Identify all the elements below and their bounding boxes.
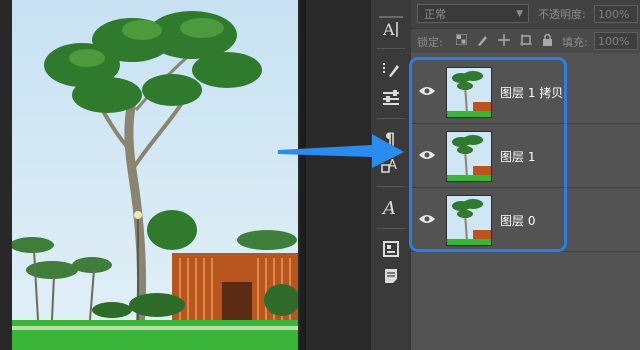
layers-highlight-box [409,57,567,252]
fill-label: 填充: [562,36,588,49]
notes-icon[interactable] [377,263,405,289]
tool-divider [377,228,405,229]
lock-position-icon[interactable] [497,34,510,47]
tool-divider [377,118,405,119]
lock-transparent-pixels-icon[interactable] [455,33,468,47]
tree-photo [12,0,298,350]
pointer-arrow-icon [278,134,404,168]
blend-mode-value: 正常 [424,8,446,21]
opacity-field[interactable]: 100% [594,5,638,23]
blend-mode-select[interactable]: 正常 ▼ [417,4,529,23]
chevron-down-icon: ▼ [516,9,523,19]
lock-all-icon[interactable] [541,33,554,47]
lock-label: 锁定: [417,36,443,49]
tool-divider [377,48,405,49]
brush-settings-icon[interactable] [377,57,405,83]
glyph-icon[interactable]: A [377,194,405,220]
tool-divider [377,186,405,187]
opacity-label: 不透明度: [538,8,586,21]
type-tool-icon[interactable]: A [377,16,405,42]
fill-field[interactable]: 100% [594,32,638,50]
lock-image-pixels-icon[interactable] [475,34,488,47]
svg-text:A: A [382,20,395,39]
lock-artboard-icon[interactable] [519,34,532,47]
svg-text:A: A [381,198,396,218]
layer-options-bar: 正常 ▼ 不透明度: 100% [411,0,640,29]
pasteboard [306,0,370,350]
panel-icon-strip: A ¶ A A [370,0,412,350]
info-panel-icon[interactable] [377,236,405,262]
document-canvas[interactable] [0,0,305,350]
adjustments-icon[interactable] [377,85,405,111]
